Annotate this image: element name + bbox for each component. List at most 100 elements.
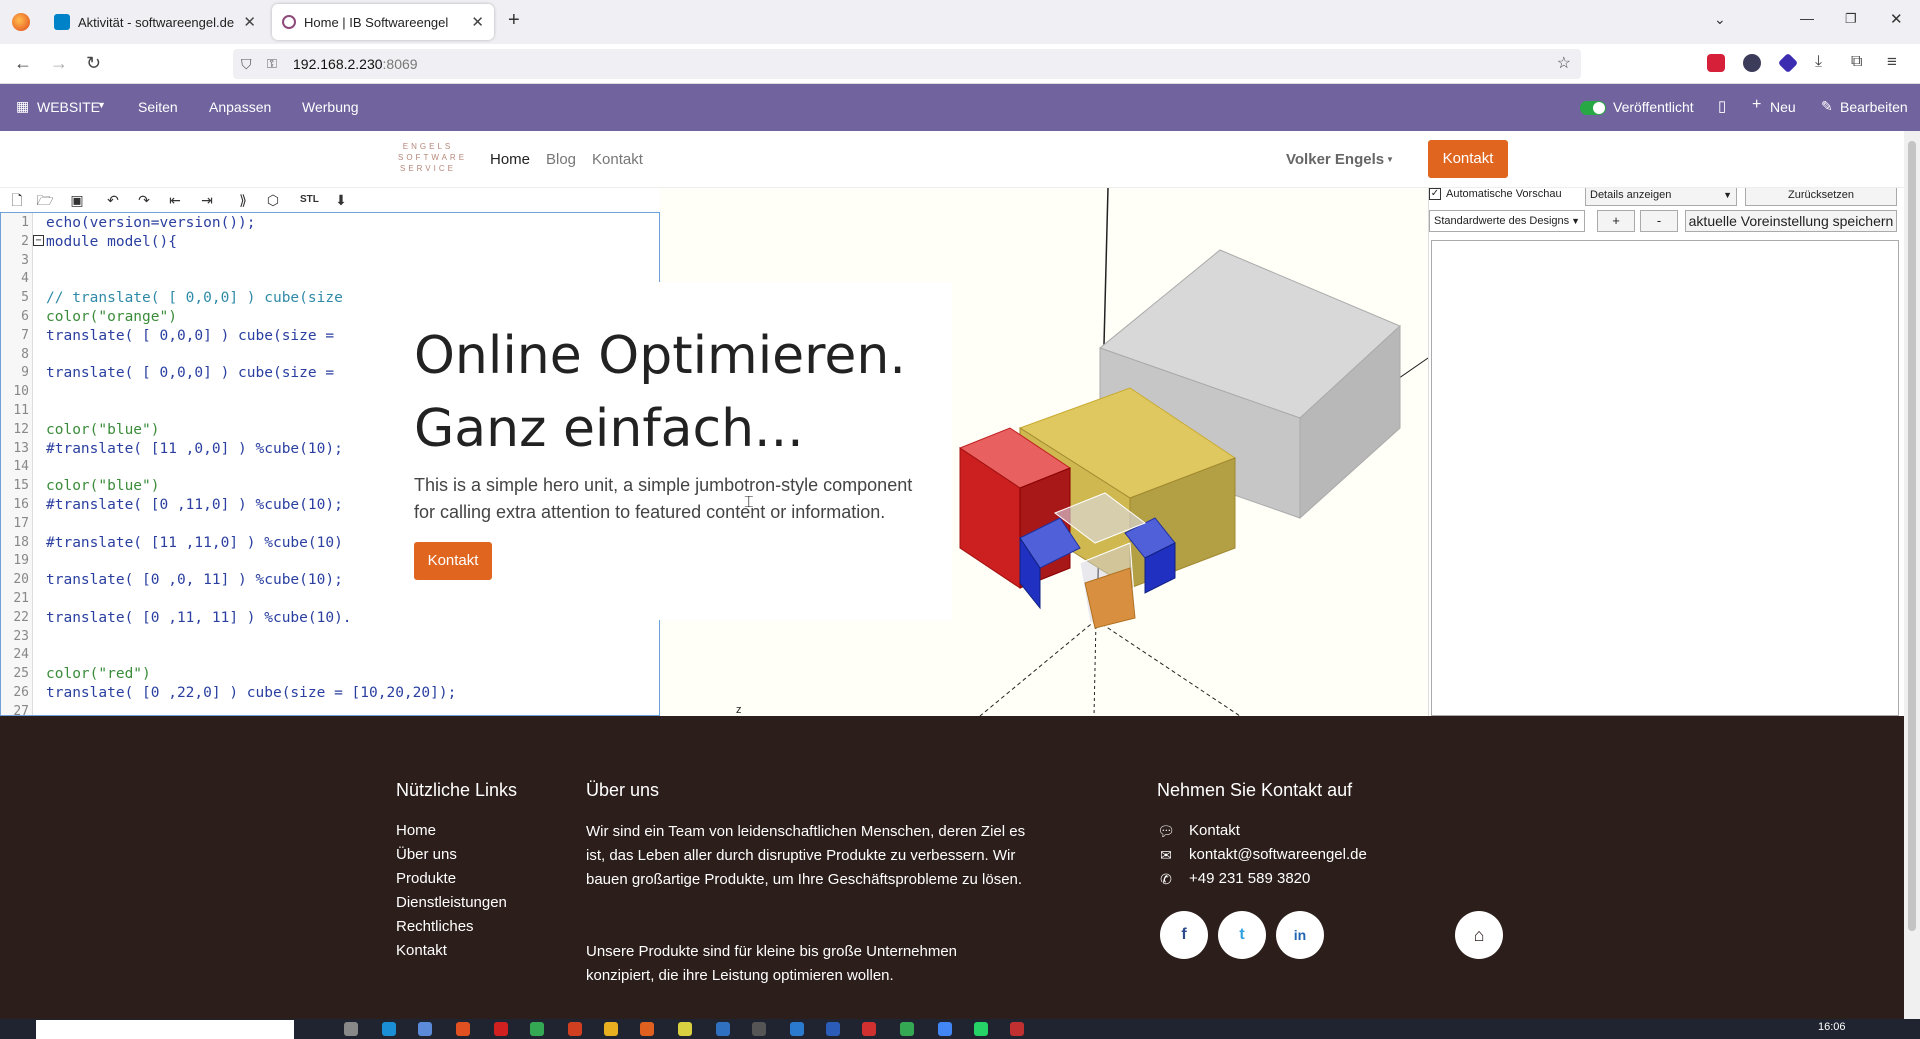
close-icon[interactable]: ✕ [471, 13, 484, 31]
new-file-icon[interactable]: 🗋 [8, 191, 26, 209]
close-window-icon[interactable]: ✕ [1890, 10, 1903, 28]
line-number: 4 [21, 271, 29, 287]
home-icon[interactable]: ⌂ [1455, 911, 1503, 959]
taskbar-app-icon[interactable] [344, 1022, 358, 1036]
new-button[interactable]: Neu [1770, 99, 1796, 115]
reset-button[interactable]: Zurücksetzen [1745, 188, 1897, 206]
taskbar-app-icon[interactable] [494, 1022, 508, 1036]
extensions-icon[interactable]: ⧉ [1851, 53, 1862, 71]
extension-icon[interactable] [1743, 54, 1761, 72]
taskbar-app-icon[interactable] [974, 1022, 988, 1036]
site-logo[interactable]: ENGELS SOFTWARE SERVICE [398, 141, 464, 174]
linkedin-icon[interactable]: in [1276, 911, 1324, 959]
close-icon[interactable]: ✕ [243, 13, 256, 31]
line-number: 17 [13, 515, 29, 531]
taskbar-app-icon[interactable] [1010, 1022, 1024, 1036]
send-to-print-icon[interactable]: ⬇ [332, 191, 350, 209]
website-menu[interactable]: WEBSITE [37, 99, 100, 115]
page-scrollbar[interactable] [1904, 131, 1920, 1019]
taskbar-app-icon[interactable] [604, 1022, 618, 1036]
chevron-down-icon[interactable]: ⌄ [1714, 11, 1726, 28]
tab-home[interactable]: Home | IB Softwareengel ✕ [272, 4, 494, 40]
taskbar-app-icon[interactable] [790, 1022, 804, 1036]
save-icon[interactable]: ▣ [68, 191, 86, 209]
download-icon[interactable]: ⤓ [1815, 53, 1822, 71]
auto-preview-checkbox[interactable]: ✓ [1429, 188, 1441, 200]
published-label[interactable]: Veröffentlicht [1613, 99, 1694, 115]
edit-button[interactable]: Bearbeiten [1840, 99, 1908, 115]
menu-promote[interactable]: Werbung [302, 99, 359, 115]
twitter-icon[interactable]: t [1218, 911, 1266, 959]
taskbar-app-icon[interactable] [752, 1022, 766, 1036]
taskbar-search[interactable] [36, 1020, 294, 1039]
add-preset-button[interactable]: + [1597, 210, 1635, 232]
line-number: 1 [21, 215, 29, 230]
footer-link-about[interactable]: Über uns [396, 846, 457, 863]
facebook-icon[interactable]: f [1160, 911, 1208, 959]
minimize-icon[interactable]: — [1800, 10, 1814, 26]
footer-link-products[interactable]: Produkte [396, 870, 456, 887]
fold-icon[interactable]: − [33, 235, 44, 246]
hero-title: Online Optimieren. Ganz einfach... [414, 326, 906, 459]
apps-grid-icon[interactable]: ▦ [16, 98, 29, 115]
line-number: 20 [13, 572, 29, 588]
redo-icon[interactable]: ↷ [135, 191, 153, 209]
header-contact-button[interactable]: Kontakt [1428, 140, 1508, 178]
details-select[interactable]: Details anzeigen ▼ [1585, 188, 1737, 206]
remove-preset-button[interactable]: - [1640, 210, 1678, 232]
taskbar-app-icon[interactable] [640, 1022, 654, 1036]
export-stl-icon[interactable]: STL [300, 191, 319, 209]
hero-contact-button[interactable]: Kontakt [414, 542, 492, 580]
new-tab-button[interactable]: + [508, 9, 520, 32]
footer-email-link[interactable]: kontakt@softwareengel.de [1189, 846, 1367, 863]
nav-kontakt[interactable]: Kontakt [592, 151, 643, 168]
footer-link-contact[interactable]: Kontakt [396, 942, 447, 959]
taskbar-app-icon[interactable] [568, 1022, 582, 1036]
scrollbar-thumb[interactable] [1908, 141, 1916, 931]
adblock-icon[interactable] [1707, 54, 1725, 72]
menu-pages[interactable]: Seiten [138, 99, 178, 115]
auto-preview-label: Automatische Vorschau [1446, 188, 1562, 200]
open-folder-icon[interactable]: 🗁 [36, 191, 54, 209]
taskbar-app-icon[interactable] [418, 1022, 432, 1036]
taskbar-app-icon[interactable] [938, 1022, 952, 1036]
footer-link-services[interactable]: Dienstleistungen [396, 894, 507, 911]
line-number: 19 [13, 553, 29, 569]
nav-blog[interactable]: Blog [546, 151, 576, 168]
bookmark-star-icon[interactable]: ☆ [1557, 49, 1571, 79]
taskbar-app-icon[interactable] [678, 1022, 692, 1036]
footer-link-home[interactable]: Home [396, 822, 436, 839]
preset-select[interactable]: Standardwerte des Designs ▼ [1429, 210, 1585, 232]
taskbar-app-icon[interactable] [530, 1022, 544, 1036]
taskbar-app-icon[interactable] [862, 1022, 876, 1036]
extension-icon[interactable] [1777, 52, 1799, 74]
taskbar-app-icon[interactable] [900, 1022, 914, 1036]
indent-icon[interactable]: ⇥ [198, 191, 216, 209]
render-icon[interactable]: ⬡ [264, 191, 282, 209]
footer-links-title: Nützliche Links [396, 780, 518, 800]
url-bar[interactable]: ⛉ ⚿ 192.168.2.230:8069 ☆ [233, 49, 1581, 79]
taskbar-app-icon[interactable] [382, 1022, 396, 1036]
mobile-preview-icon[interactable]: ▯ [1718, 97, 1726, 115]
reload-icon[interactable]: ↻ [86, 53, 101, 74]
preview-icon[interactable]: ⟫ [234, 191, 252, 209]
taskbar-app-icon[interactable] [826, 1022, 840, 1036]
restore-icon[interactable]: ❐ [1845, 11, 1857, 27]
code-line: translate( [ 0,0,0] ) cube(size = [46, 365, 335, 382]
footer-contact-link[interactable]: Kontakt [1189, 822, 1240, 839]
menu-icon[interactable]: ≡ [1887, 52, 1897, 72]
firefox-icon[interactable] [12, 13, 30, 31]
save-preset-button[interactable]: aktuelle Voreinstellung speichern [1685, 210, 1897, 232]
footer-link-legal[interactable]: Rechtliches [396, 918, 474, 935]
taskbar-app-icon[interactable] [456, 1022, 470, 1036]
undo-icon[interactable]: ↶ [104, 191, 122, 209]
tab-aktivitaet[interactable]: Aktivität - softwareengel.de ✕ [44, 4, 266, 40]
unindent-icon[interactable]: ⇤ [166, 191, 184, 209]
menu-customize[interactable]: Anpassen [209, 99, 271, 115]
nav-home[interactable]: Home [490, 151, 530, 168]
user-menu[interactable]: Volker Engels [1286, 151, 1384, 168]
back-icon[interactable]: ← [14, 53, 32, 74]
publish-toggle[interactable] [1580, 101, 1606, 115]
taskbar-app-icon[interactable] [716, 1022, 730, 1036]
forward-icon[interactable]: → [50, 53, 68, 74]
